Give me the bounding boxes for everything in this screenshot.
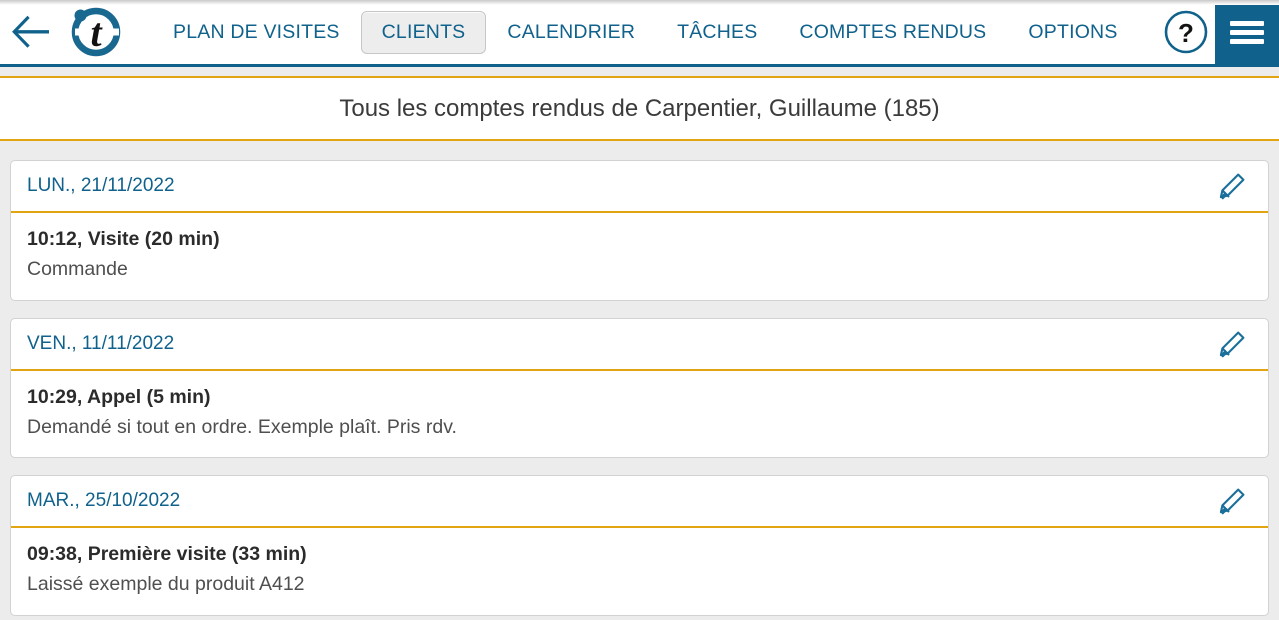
svg-text:?: ? [1178,18,1194,48]
back-button[interactable] [0,0,62,66]
report-card-header: MAR., 25/10/2022 [11,476,1268,529]
help-button[interactable]: ? [1157,0,1215,66]
report-entry-title: 10:29, Appel (5 min) [27,385,211,408]
report-card-body: 10:12, Visite (20 min) Commande [11,213,1268,300]
edit-report-button[interactable] [1210,481,1254,521]
reports-list: LUN., 21/11/2022 10:12, Visite (20 min) … [0,141,1279,620]
header-gap-strip [0,67,1279,76]
report-card-body: 09:38, Première visite (33 min) Laissé e… [11,528,1268,615]
pencil-edit-icon [1219,331,1245,357]
back-arrow-icon [12,15,49,48]
pencil-edit-icon [1219,173,1245,200]
report-card-header: VEN., 11/11/2022 [11,319,1268,371]
nav-item-calendrier[interactable]: CALENDRIER [486,11,656,54]
report-entry-title: 10:12, Visite (20 min) [27,228,220,250]
nav-item-comptes-rendus[interactable]: COMPTES RENDUS [778,11,1007,54]
report-date: VEN., 11/11/2022 [27,332,175,354]
report-entry-note: Demandé si tout en ordre. Exemple plaît.… [27,415,457,438]
hamburger-menu-icon [1230,17,1264,48]
nav-item-options[interactable]: OPTIONS [1007,11,1138,54]
report-card-body: 10:29, Appel (5 min) Demandé si tout en … [11,371,1268,458]
page-title: Tous les comptes rendus de Carpentier, G… [339,94,940,122]
nav-item-clients[interactable]: CLIENTS [360,10,487,54]
edit-report-button[interactable] [1210,166,1254,206]
report-date: LUN., 21/11/2022 [27,175,175,196]
edit-report-button[interactable] [1210,324,1254,364]
app-logo-icon: t [71,7,121,57]
main-navigation: PLAN DE VISITES CLIENTS CALENDRIER TÂCHE… [130,0,1157,66]
hamburger-menu-button[interactable] [1215,0,1279,66]
report-card: VEN., 11/11/2022 10:29, Appel (5 min) De… [10,317,1269,459]
report-card: MAR., 25/10/2022 09:38, Première visite … [10,475,1269,616]
report-entry-title: 09:38, Première visite (33 min) [27,543,307,566]
question-mark-icon: ? [1164,10,1208,54]
pencil-edit-icon [1219,488,1245,515]
report-card-header: LUN., 21/11/2022 [11,161,1268,213]
nav-item-taches[interactable]: TÂCHES [656,11,778,54]
page-title-bar: Tous les comptes rendus de Carpentier, G… [0,76,1279,141]
report-date: MAR., 25/10/2022 [27,490,181,512]
report-entry-note: Laissé exemple du produit A412 [27,573,305,596]
app-header: t PLAN DE VISITES CLIENTS CALENDRIER TÂC… [0,0,1279,67]
nav-item-plan-de-visites[interactable]: PLAN DE VISITES [152,11,361,54]
svg-text:t: t [90,10,103,55]
report-entry-note: Commande [27,258,128,281]
report-card: LUN., 21/11/2022 10:12, Visite (20 min) … [10,160,1269,301]
app-logo[interactable]: t [62,0,130,66]
